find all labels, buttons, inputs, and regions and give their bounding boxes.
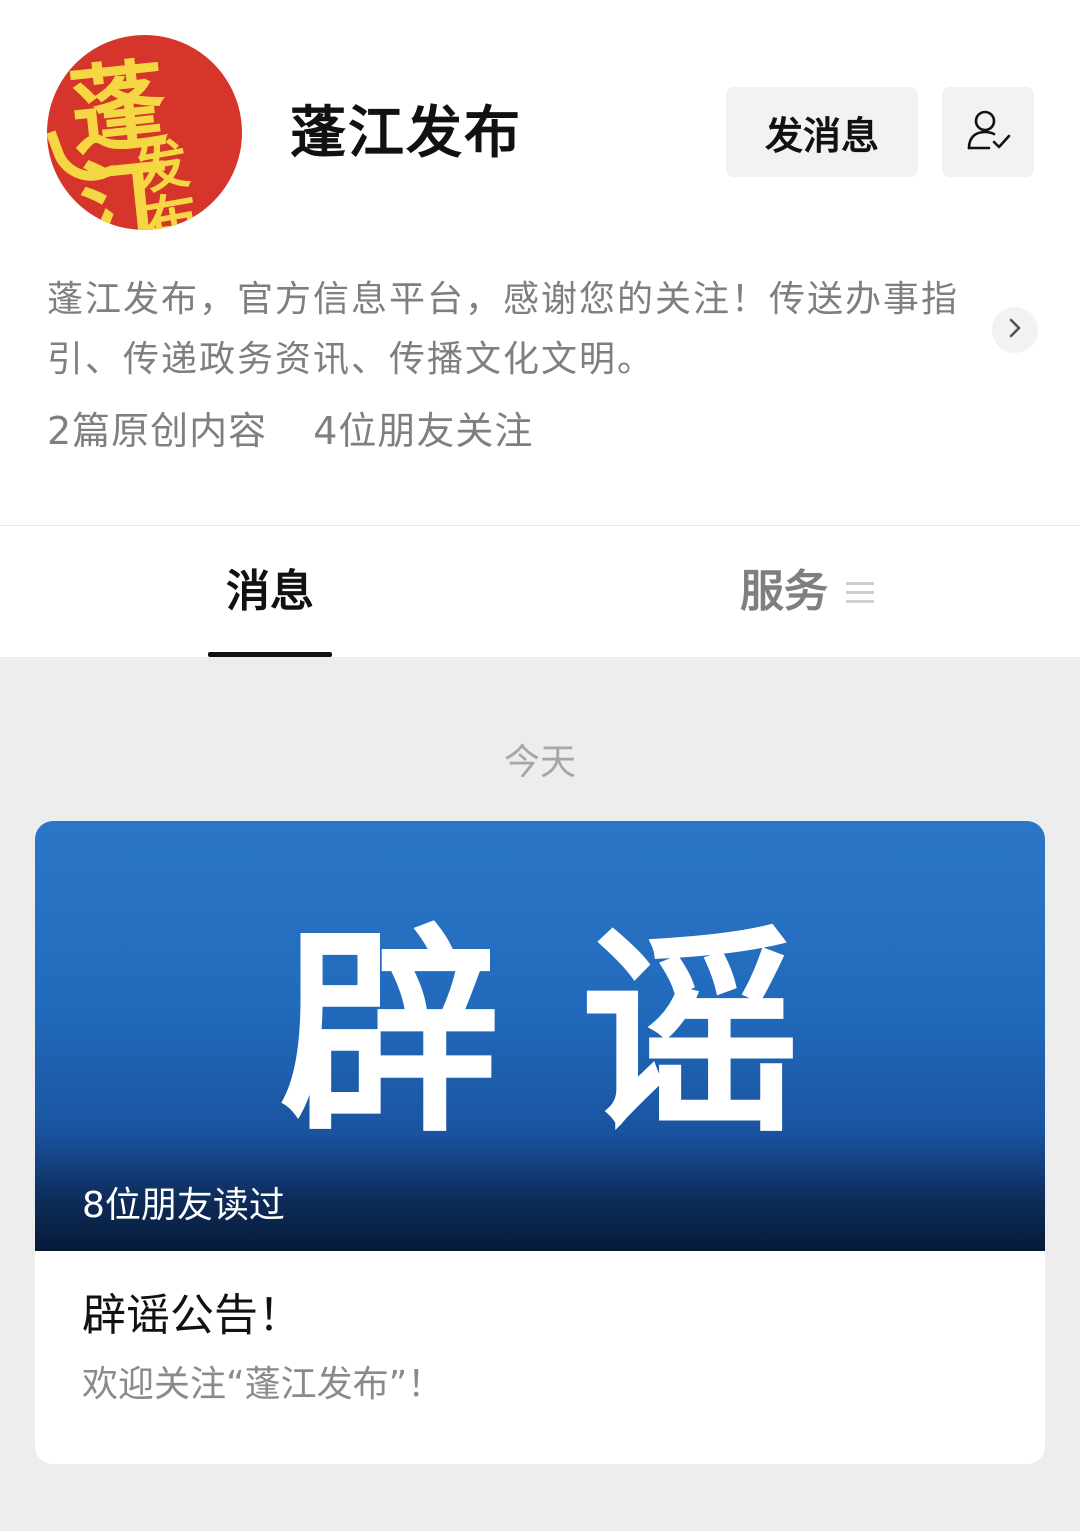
profile-header: 蓬江 发布 蓬江发布 发消息 蓬江发布，官方信息平台，感谢您的关注！传送办事指引…	[0, 0, 1080, 525]
article-title: 辟谣公告！	[82, 1290, 302, 1341]
friends-read-count: 8位朋友读过	[82, 1185, 285, 1226]
menu-icon	[846, 576, 874, 609]
chevron-right-icon	[1005, 316, 1025, 344]
cover-title: 辟谣	[279, 906, 880, 1162]
original-content-count[interactable]: 2篇原创内容	[47, 402, 267, 460]
tab-bar: 消息 服务	[0, 525, 1080, 657]
article-card[interactable]: 辟谣 8位朋友读过 辟谣公告！ 欢迎关注“蓬江发布”！	[35, 821, 1045, 1464]
followed-button[interactable]	[942, 87, 1034, 177]
account-description[interactable]: 蓬江发布，官方信息平台，感谢您的关注！传送办事指引、传递政务资讯、传播文化文明。	[47, 270, 987, 390]
user-check-icon	[963, 106, 1013, 159]
official-account-page: 蓬江 发布 蓬江发布 发消息 蓬江发布，官方信息平台，感谢您的关注！传送办事指引…	[0, 0, 1080, 1531]
tab-services[interactable]: 服务	[740, 564, 874, 620]
tab-active-indicator	[208, 652, 332, 657]
tab-messages[interactable]: 消息	[208, 564, 332, 620]
friends-following-count[interactable]: 4位朋友关注	[313, 402, 533, 460]
article-summary: 欢迎关注“蓬江发布”！	[82, 1364, 444, 1405]
avatar-logo-text-sub: 发布	[129, 130, 204, 230]
article-cover: 辟谣 8位朋友读过	[35, 821, 1045, 1251]
tab-services-label: 服务	[740, 566, 828, 617]
description-expand[interactable]	[992, 307, 1038, 353]
date-label: 今天	[503, 742, 576, 783]
account-name: 蓬江发布	[290, 101, 522, 166]
account-avatar[interactable]: 蓬江 发布	[47, 35, 242, 230]
send-message-button[interactable]: 发消息	[726, 87, 918, 177]
account-stats: 2篇原创内容 4位朋友关注	[47, 402, 533, 460]
